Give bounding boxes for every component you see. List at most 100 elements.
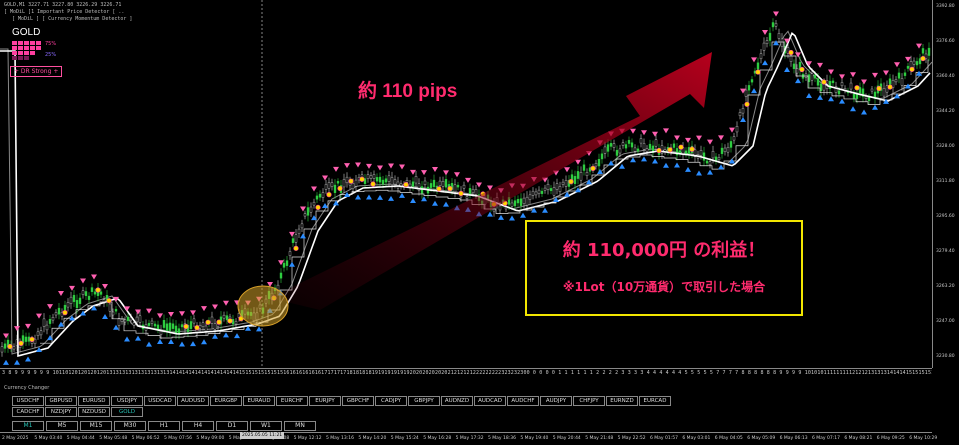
candle-body xyxy=(327,182,331,189)
candle-body xyxy=(789,55,793,62)
pair-button-nzdjpy[interactable]: NZDJPY xyxy=(45,407,77,417)
pair-button-eurnzd[interactable]: EURNZD xyxy=(606,396,638,406)
candle-body xyxy=(120,318,124,322)
candle-body xyxy=(405,180,409,183)
candle-body xyxy=(75,300,79,309)
symbol-name: GOLD xyxy=(12,27,41,38)
sell-arrow-icon xyxy=(91,274,97,280)
timeframe-button-w1[interactable]: W1 xyxy=(250,421,282,431)
candle-body xyxy=(540,190,544,194)
candle-body xyxy=(456,184,460,188)
candle-body xyxy=(672,143,676,148)
sell-arrow-icon xyxy=(883,70,889,76)
candle-body xyxy=(366,174,370,179)
candle-body xyxy=(711,151,715,159)
candle-body xyxy=(201,322,205,327)
candle-body xyxy=(714,156,718,161)
pair-button-usdjpy[interactable]: USDJPY xyxy=(111,396,143,406)
timeframe-button-m15[interactable]: M15 xyxy=(80,421,112,431)
signal-dot-icon xyxy=(678,144,684,150)
price-label: 3311.80 xyxy=(936,179,955,184)
candle-body xyxy=(90,287,94,292)
pair-button-audnzd[interactable]: AUDNZD xyxy=(441,396,473,406)
candle-body xyxy=(888,78,892,85)
pair-button-chfjpy[interactable]: CHFJPY xyxy=(573,396,605,406)
candle-body xyxy=(48,319,52,324)
timeframe-button-d1[interactable]: D1 xyxy=(216,421,248,431)
pair-button-eurchf[interactable]: EURCHF xyxy=(276,396,308,406)
pair-button-gbpusd[interactable]: GBPUSD xyxy=(45,396,77,406)
candle-body xyxy=(705,160,709,164)
pair-button-audusd[interactable]: AUDUSD xyxy=(177,396,209,406)
pair-button-usdcad[interactable]: USDCAD xyxy=(144,396,176,406)
sell-arrow-icon xyxy=(652,131,658,137)
candle-body xyxy=(561,181,565,185)
time-label: 5 May 18:36 xyxy=(488,436,516,441)
candle-body xyxy=(342,179,346,188)
candle-body xyxy=(387,175,391,182)
price-chart[interactable]: GOLD,M1 3227.71 3227.80 3226.29 3226.71 … xyxy=(0,0,932,368)
pair-button-eurcad[interactable]: EURCAD xyxy=(639,396,671,406)
candle-body xyxy=(0,346,4,353)
candle-body xyxy=(633,147,637,152)
pair-button-nzdusd[interactable]: NZDUSD xyxy=(78,407,110,417)
timeframe-button-m30[interactable]: M30 xyxy=(114,421,146,431)
sell-arrow-icon xyxy=(454,172,460,178)
candle-body xyxy=(132,322,136,326)
candle-body xyxy=(615,149,619,156)
buy-arrow-icon xyxy=(674,162,680,168)
sell-arrow-icon xyxy=(432,166,438,172)
pair-button-euraud[interactable]: EURAUD xyxy=(243,396,275,406)
buy-arrow-icon xyxy=(509,215,515,221)
candle-body xyxy=(912,60,916,65)
pair-button-eurgbp[interactable]: EURGBP xyxy=(210,396,242,406)
buy-arrow-icon xyxy=(168,339,174,345)
pair-button-audjpy[interactable]: AUDJPY xyxy=(540,396,572,406)
buy-arrow-icon xyxy=(806,93,812,99)
price-label: 3344.20 xyxy=(936,109,955,114)
timeframe-button-h1[interactable]: H1 xyxy=(148,421,180,431)
candle-body xyxy=(474,189,478,195)
candle-body xyxy=(306,207,310,216)
timeframe-button-m1[interactable]: M1 xyxy=(12,421,44,431)
timeframe-button-mn[interactable]: MN xyxy=(284,421,316,431)
sell-arrow-icon xyxy=(212,304,218,310)
pair-button-audchf[interactable]: AUDCHF xyxy=(507,396,539,406)
pair-button-usdchf[interactable]: USDCHF xyxy=(12,396,44,406)
candle-body xyxy=(36,331,40,337)
candle-body xyxy=(441,181,445,187)
signal-dot-icon xyxy=(744,101,750,107)
pair-button-gbpchf[interactable]: GBPCHF xyxy=(342,396,374,406)
candle-body xyxy=(189,321,193,329)
indicator-info-line-2: [ MoDiL ] [ Currency Momentum Detector ] xyxy=(12,16,133,22)
pair-button-cadchf[interactable]: CADCHF xyxy=(12,407,44,417)
candle-body xyxy=(432,179,436,188)
candle-body xyxy=(636,148,640,152)
timeframe-button-h4[interactable]: H4 xyxy=(182,421,214,431)
sell-arrow-icon xyxy=(894,62,900,68)
pair-button-audcad[interactable]: AUDCAD xyxy=(474,396,506,406)
candle-body xyxy=(300,223,304,229)
pair-button-cadjpy[interactable]: CADJPY xyxy=(375,396,407,406)
candle-body xyxy=(87,295,91,300)
buy-arrow-icon xyxy=(234,333,240,339)
sell-arrow-icon xyxy=(630,128,636,134)
timeframe-button-m5[interactable]: M5 xyxy=(46,421,78,431)
buy-arrow-icon xyxy=(289,261,295,267)
candle-body xyxy=(708,161,712,166)
sell-arrow-icon xyxy=(14,326,20,332)
pair-button-eurusd[interactable]: EURUSD xyxy=(78,396,110,406)
candle-body xyxy=(288,251,292,256)
indicator-info-line: [ MoDiL ]1 Important Price Detector [ .. xyxy=(4,9,125,15)
buy-arrow-icon xyxy=(190,341,196,347)
candle-body xyxy=(684,150,688,155)
pair-button-eurjpy[interactable]: EURJPY xyxy=(309,396,341,406)
buy-arrow-icon xyxy=(916,70,922,76)
candle-body xyxy=(768,32,772,41)
candle-body xyxy=(63,304,67,310)
pair-button-gbpjpy[interactable]: GBPJPY xyxy=(408,396,440,406)
pair-button-gold[interactable]: GOLD xyxy=(111,407,143,417)
time-label: 5 May 15:24 xyxy=(390,436,419,441)
buy-arrow-icon xyxy=(3,359,9,365)
candle-body xyxy=(150,320,154,324)
